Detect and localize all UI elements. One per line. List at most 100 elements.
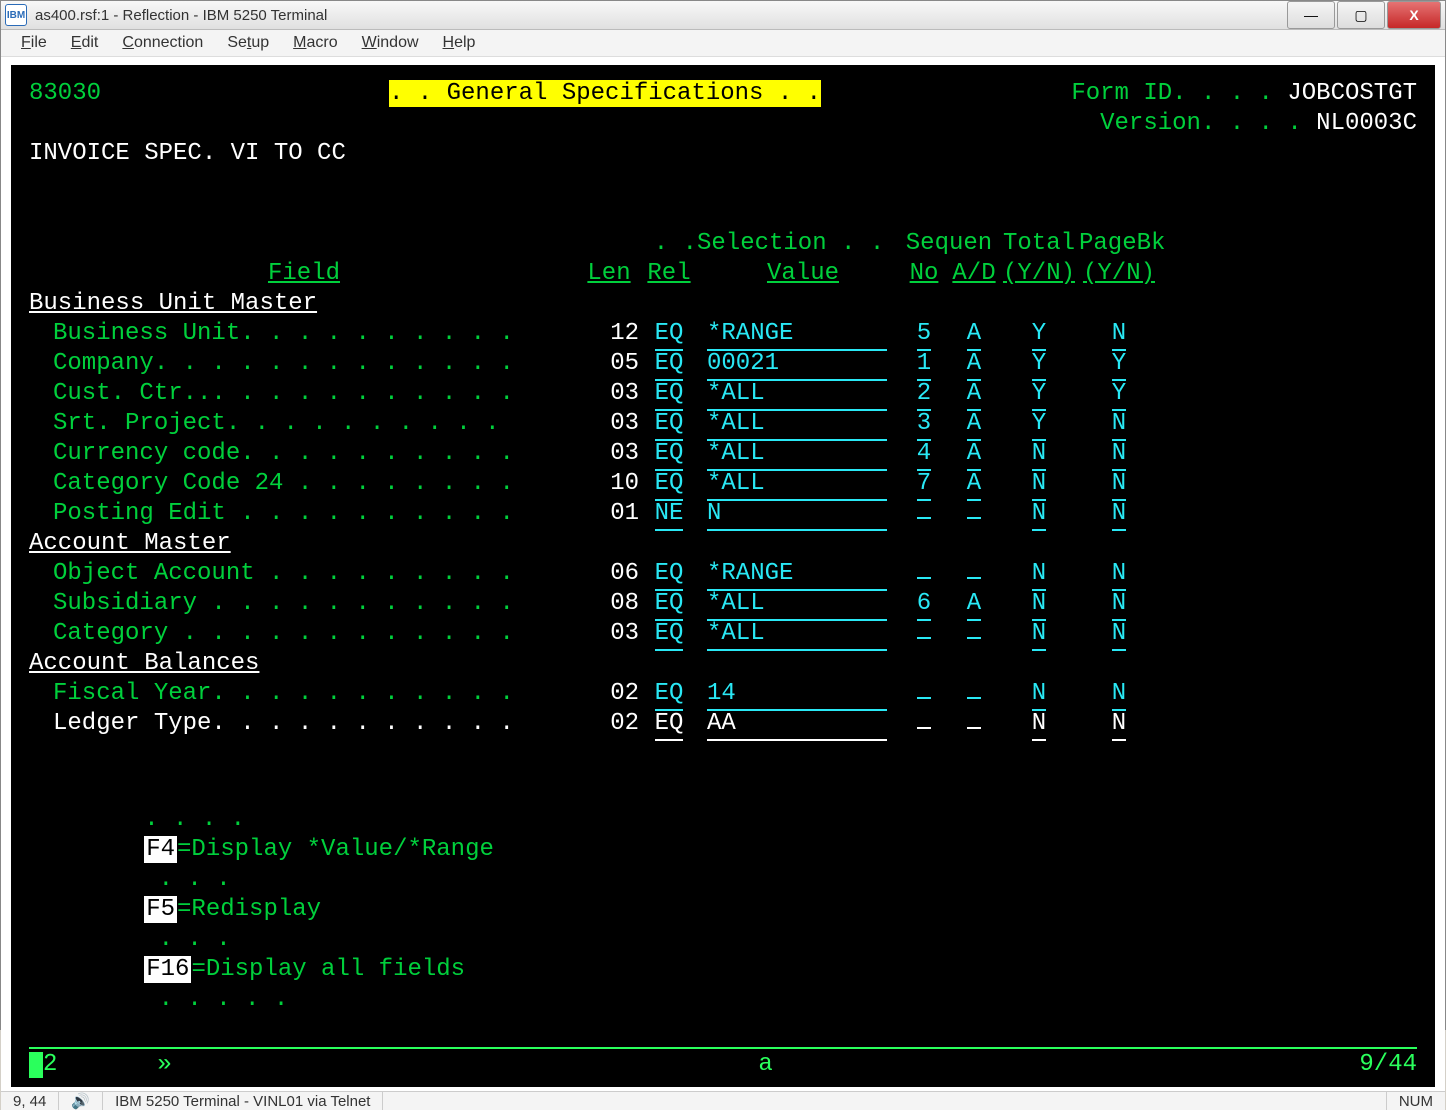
seq-input[interactable]: 2 <box>917 379 931 411</box>
ad-input[interactable]: A <box>967 319 981 351</box>
pagebk-input[interactable]: N <box>1112 439 1126 471</box>
minimize-button[interactable]: — <box>1287 1 1335 29</box>
menu-window[interactable]: Window <box>352 30 429 56</box>
pagebk-input[interactable]: Y <box>1112 349 1126 381</box>
pagebk-input[interactable]: Y <box>1112 379 1126 411</box>
ad-input[interactable]: A <box>967 349 981 381</box>
total-input[interactable]: Y <box>1032 409 1046 441</box>
total-input[interactable]: N <box>1032 559 1046 591</box>
rel-input[interactable]: EQ <box>655 409 684 441</box>
ad-input[interactable]: A <box>967 589 981 621</box>
total-input[interactable]: N <box>1032 619 1046 651</box>
data-row: Business Unit. . . . . . . . . .12EQ*RAN… <box>29 319 1417 349</box>
data-row: Object Account . . . . . . . . .06EQ*RAN… <box>29 559 1417 589</box>
ad-input[interactable]: A <box>967 409 981 441</box>
total-input[interactable]: N <box>1032 589 1046 621</box>
rel-input[interactable]: NE <box>655 499 684 531</box>
field-label: Ledger Type. . . . . . . . . . . <box>29 709 579 739</box>
pagebk-input[interactable]: N <box>1112 409 1126 441</box>
pagebk-input[interactable]: N <box>1112 469 1126 501</box>
ad-input[interactable] <box>967 637 981 639</box>
value-input[interactable]: *ALL <box>707 469 887 501</box>
pagebk-input[interactable]: N <box>1112 559 1126 591</box>
total-input[interactable]: Y <box>1032 349 1046 381</box>
rel-input[interactable]: EQ <box>655 679 684 711</box>
seq-input[interactable]: 7 <box>917 469 931 501</box>
field-length: 03 <box>579 439 639 469</box>
pagebk-input[interactable]: N <box>1112 619 1126 651</box>
field-length: 02 <box>579 679 639 709</box>
seq-input[interactable] <box>917 637 931 639</box>
seq-input[interactable]: 4 <box>917 439 931 471</box>
total-input[interactable]: N <box>1032 499 1046 531</box>
value-input[interactable]: AA <box>707 709 887 741</box>
f4-key[interactable]: F4 <box>144 836 177 863</box>
status-left-number: 2 <box>43 1050 57 1080</box>
status-arrow-icon: » <box>157 1050 171 1080</box>
menu-help[interactable]: Help <box>433 30 486 56</box>
rel-input[interactable]: EQ <box>655 439 684 471</box>
close-button[interactable]: X <box>1387 1 1441 29</box>
data-row: Category . . . . . . . . . . . .03EQ*ALL… <box>29 619 1417 649</box>
value-input[interactable]: 00021 <box>707 349 887 381</box>
pagebk-input[interactable]: N <box>1112 709 1126 741</box>
rel-input[interactable]: EQ <box>655 559 684 591</box>
ad-input[interactable]: A <box>967 379 981 411</box>
ad-input[interactable] <box>967 697 981 699</box>
rel-input[interactable]: EQ <box>655 619 684 651</box>
value-input[interactable]: *ALL <box>707 589 887 621</box>
ad-input[interactable] <box>967 727 981 729</box>
f16-key[interactable]: F16 <box>144 956 191 983</box>
pagebk-input[interactable]: N <box>1112 589 1126 621</box>
ad-input[interactable] <box>967 577 981 579</box>
value-input[interactable]: *RANGE <box>707 559 887 591</box>
total-input[interactable]: N <box>1032 679 1046 711</box>
total-input[interactable]: N <box>1032 469 1046 501</box>
rel-input[interactable]: EQ <box>655 319 684 351</box>
pagebk-input[interactable]: N <box>1112 679 1126 711</box>
total-input[interactable]: N <box>1032 709 1046 741</box>
ad-input[interactable]: A <box>967 439 981 471</box>
field-length: 08 <box>579 589 639 619</box>
rel-input[interactable]: EQ <box>655 469 684 501</box>
menu-macro[interactable]: Macro <box>283 30 347 56</box>
value-input[interactable]: *ALL <box>707 409 887 441</box>
cursor-position: 9, 44 <box>1 1092 59 1110</box>
value-input[interactable]: 14 <box>707 679 887 711</box>
ad-input[interactable]: A <box>967 469 981 501</box>
seq-input[interactable]: 5 <box>917 319 931 351</box>
rel-input[interactable]: EQ <box>655 349 684 381</box>
seq-input[interactable]: 1 <box>917 349 931 381</box>
value-input[interactable]: *ALL <box>707 379 887 411</box>
seq-input[interactable] <box>917 697 931 699</box>
connection-info: IBM 5250 Terminal - VINL01 via Telnet <box>103 1092 383 1110</box>
seq-input[interactable]: 3 <box>917 409 931 441</box>
seq-input[interactable] <box>917 727 931 729</box>
ad-input[interactable] <box>967 517 981 519</box>
total-input[interactable]: N <box>1032 439 1046 471</box>
seq-input[interactable] <box>917 577 931 579</box>
pagebk-input[interactable]: N <box>1112 499 1126 531</box>
seq-input[interactable]: 6 <box>917 589 931 621</box>
rel-input[interactable]: EQ <box>655 379 684 411</box>
f5-key[interactable]: F5 <box>144 896 177 923</box>
rel-input[interactable]: EQ <box>655 709 684 741</box>
total-input[interactable]: Y <box>1032 379 1046 411</box>
total-input[interactable]: Y <box>1032 319 1046 351</box>
maximize-button[interactable]: ▢ <box>1337 1 1385 29</box>
field-length: 10 <box>579 469 639 499</box>
value-input[interactable]: N <box>707 499 887 531</box>
menu-connection[interactable]: Connection <box>112 30 213 56</box>
pagebk-input[interactable]: N <box>1112 319 1126 351</box>
value-input[interactable]: *ALL <box>707 439 887 471</box>
menu-edit[interactable]: Edit <box>61 30 109 56</box>
cursor-indicator <box>29 1052 43 1078</box>
app-status-bar: 9, 44 🔊 IBM 5250 Terminal - VINL01 via T… <box>1 1091 1445 1110</box>
menu-setup[interactable]: Setup <box>217 30 279 56</box>
value-input[interactable]: *RANGE <box>707 319 887 351</box>
terminal-screen[interactable]: 83030 . . General Specifications . . For… <box>11 65 1435 1087</box>
rel-input[interactable]: EQ <box>655 589 684 621</box>
value-input[interactable]: *ALL <box>707 619 887 651</box>
seq-input[interactable] <box>917 517 931 519</box>
menu-file[interactable]: File <box>11 30 57 56</box>
